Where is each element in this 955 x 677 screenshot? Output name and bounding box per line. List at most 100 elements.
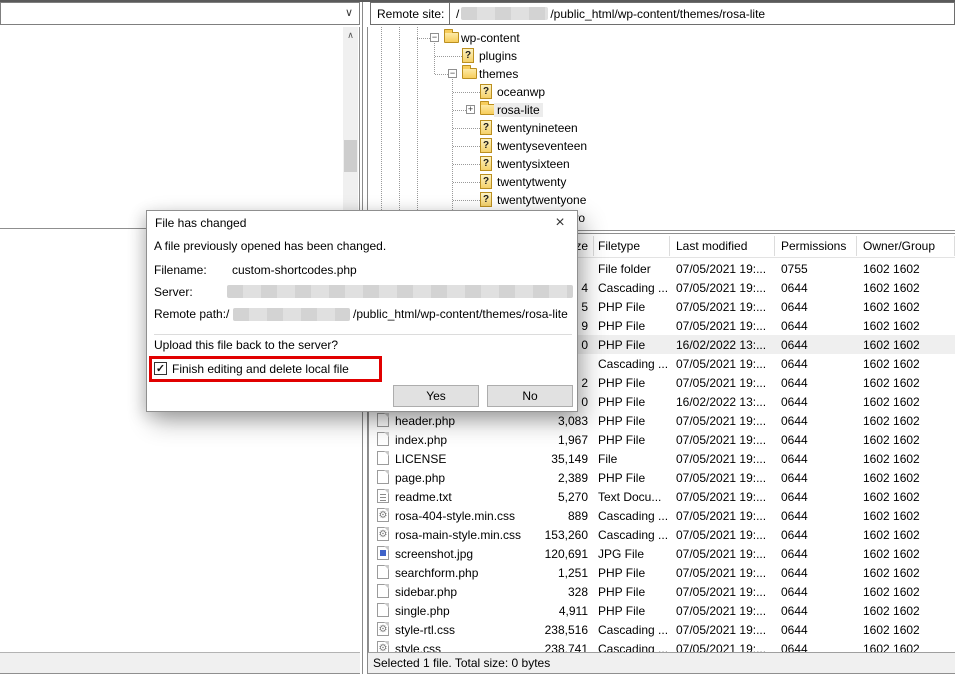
column-divider <box>856 236 857 256</box>
table-row[interactable]: rosa-main-style.min.css153,260Cascading … <box>369 525 955 544</box>
unknown-directory-icon: ? <box>480 84 492 99</box>
table-row[interactable]: sidebar.php328PHP File07/05/2021 19:...0… <box>369 582 955 601</box>
scroll-up-arrow-icon[interactable]: ∧ <box>343 27 358 43</box>
tree-item-twentytwentyone[interactable]: ?twentytwentyone <box>368 191 955 209</box>
collapse-icon[interactable]: − <box>430 33 439 42</box>
cell-permissions: 0644 <box>781 319 808 333</box>
cell-permissions: 0644 <box>781 395 808 409</box>
cell-owner-group: 1602 1602 <box>863 585 920 599</box>
tree-item-twentysixteen[interactable]: ?twentysixteen <box>368 155 955 173</box>
cell-owner-group: 1602 1602 <box>863 490 920 504</box>
cell-filesize-tail: 0 <box>581 338 588 352</box>
no-button-label: No <box>522 389 537 403</box>
table-row[interactable]: style.css238,741Cascading ...07/05/2021 … <box>369 639 955 652</box>
cell-last-modified: 07/05/2021 19:... <box>676 281 766 295</box>
cell-filename: index.php <box>395 433 447 447</box>
tree-item-twentytwenty[interactable]: ?twentytwenty <box>368 173 955 191</box>
tree-item-label: plugins <box>476 49 520 63</box>
remote-site-path-input[interactable]: / /public_html/wp-content/themes/rosa-li… <box>450 2 955 25</box>
cell-last-modified: 07/05/2021 19:... <box>676 262 766 276</box>
tree-item-label: rosa-lite <box>494 103 543 117</box>
no-button[interactable]: No <box>487 385 573 407</box>
table-row[interactable]: header.php3,083PHP File07/05/2021 19:...… <box>369 411 955 430</box>
column-divider <box>774 236 775 256</box>
scrollbar-thumb[interactable] <box>344 140 357 172</box>
cell-owner-group: 1602 1602 <box>863 395 920 409</box>
expand-icon[interactable]: + <box>466 105 475 114</box>
table-row[interactable]: style-rtl.css238,516Cascading ...07/05/2… <box>369 620 955 639</box>
column-header-permissions[interactable]: Permissions <box>781 239 846 253</box>
folder-icon <box>444 32 459 43</box>
table-row[interactable]: readme.txt5,270Text Docu...07/05/2021 19… <box>369 487 955 506</box>
cell-owner-group: 1602 1602 <box>863 319 920 333</box>
cell-owner-group: 1602 1602 <box>863 528 920 542</box>
cell-filename: style-rtl.css <box>395 623 455 637</box>
local-site-combobox[interactable]: ∨ <box>0 2 360 25</box>
css-file-icon <box>377 622 389 636</box>
cell-owner-group: 1602 1602 <box>863 376 920 390</box>
column-header-owner-group[interactable]: Owner/Group <box>863 239 935 253</box>
close-icon[interactable]: × <box>551 214 569 232</box>
cell-owner-group: 1602 1602 <box>863 433 920 447</box>
column-header-filetype[interactable]: Filetype <box>598 239 640 253</box>
cell-permissions: 0644 <box>781 528 808 542</box>
tree-item-wp-content[interactable]: −wp-content <box>368 29 955 47</box>
cell-filetype: PHP File <box>598 376 645 390</box>
vertical-scrollbar[interactable]: ∧ <box>343 27 358 228</box>
local-status-bar <box>0 652 360 674</box>
table-row[interactable]: searchform.php1,251PHP File07/05/2021 19… <box>369 563 955 582</box>
cell-filename: searchform.php <box>395 566 478 580</box>
table-row[interactable]: page.php2,389PHP File07/05/2021 19:...06… <box>369 468 955 487</box>
column-header-last-modified[interactable]: Last modified <box>676 239 747 253</box>
cell-owner-group: 1602 1602 <box>863 623 920 637</box>
cell-last-modified: 07/05/2021 19:... <box>676 376 766 390</box>
unknown-directory-icon: ? <box>480 138 492 153</box>
table-row[interactable]: index.php1,967PHP File07/05/2021 19:...0… <box>369 430 955 449</box>
cell-filetype: File <box>598 452 617 466</box>
cell-filename: rosa-404-style.min.css <box>395 509 515 523</box>
tree-item-twentynineteen[interactable]: ?twentynineteen <box>368 119 955 137</box>
table-row[interactable]: screenshot.jpg120,691JPG File07/05/2021 … <box>369 544 955 563</box>
tree-item-themes[interactable]: −themes <box>368 65 955 83</box>
unknown-directory-icon: ? <box>462 48 474 63</box>
cell-filetype: PHP File <box>598 433 645 447</box>
cell-filename: rosa-main-style.min.css <box>395 528 521 542</box>
table-row[interactable]: rosa-404-style.min.css889Cascading ...07… <box>369 506 955 525</box>
server-label: Server: <box>154 285 193 299</box>
cell-filetype: PHP File <box>598 300 645 314</box>
cell-filetype: Cascading ... <box>598 623 668 637</box>
tree-item-label: twentynineteen <box>494 121 581 135</box>
collapse-icon[interactable]: − <box>448 69 457 78</box>
cell-filetype: Cascading ... <box>598 357 668 371</box>
unknown-directory-icon: ? <box>480 120 492 135</box>
cell-last-modified: 07/05/2021 19:... <box>676 623 766 637</box>
cell-last-modified: 07/05/2021 19:... <box>676 452 766 466</box>
css-file-icon <box>377 508 389 522</box>
tree-item-oceanwp[interactable]: ?oceanwp <box>368 83 955 101</box>
tree-item-twentyseventeen[interactable]: ?twentyseventeen <box>368 137 955 155</box>
tree-item-plugins[interactable]: ?plugins <box>368 47 955 65</box>
dialog-separator <box>154 334 572 335</box>
cell-permissions: 0644 <box>781 338 808 352</box>
cell-last-modified: 07/05/2021 19:... <box>676 547 766 561</box>
tree-item-label: twentytwenty <box>494 175 569 189</box>
cell-filetype: JPG File <box>598 547 644 561</box>
censored-domain-block <box>461 7 548 20</box>
cell-permissions: 0644 <box>781 490 808 504</box>
table-row[interactable]: LICENSE35,149File07/05/2021 19:...064416… <box>369 449 955 468</box>
tree-item-rosa-lite[interactable]: + rosa-lite <box>368 101 955 119</box>
local-tree-pane[interactable]: ∧ <box>0 27 360 228</box>
remote-tree-pane[interactable]: −wp-content?plugins−themes?oceanwp+rosa-… <box>368 27 955 230</box>
cell-filesize-tail: 4 <box>581 281 588 295</box>
yes-button[interactable]: Yes <box>393 385 479 407</box>
cell-filesize: 120,691 <box>545 547 588 561</box>
cell-filesize: 4,911 <box>559 604 588 618</box>
filename-value: custom-shortcodes.php <box>232 263 357 277</box>
status-text: Selected 1 file. Total size: 0 bytes <box>373 656 550 670</box>
table-row[interactable]: single.php4,911PHP File07/05/2021 19:...… <box>369 601 955 620</box>
column-divider <box>669 236 670 256</box>
chevron-down-icon[interactable]: ∨ <box>345 6 353 19</box>
cell-filetype: PHP File <box>598 471 645 485</box>
cell-filetype: PHP File <box>598 585 645 599</box>
cell-filename: sidebar.php <box>395 585 457 599</box>
